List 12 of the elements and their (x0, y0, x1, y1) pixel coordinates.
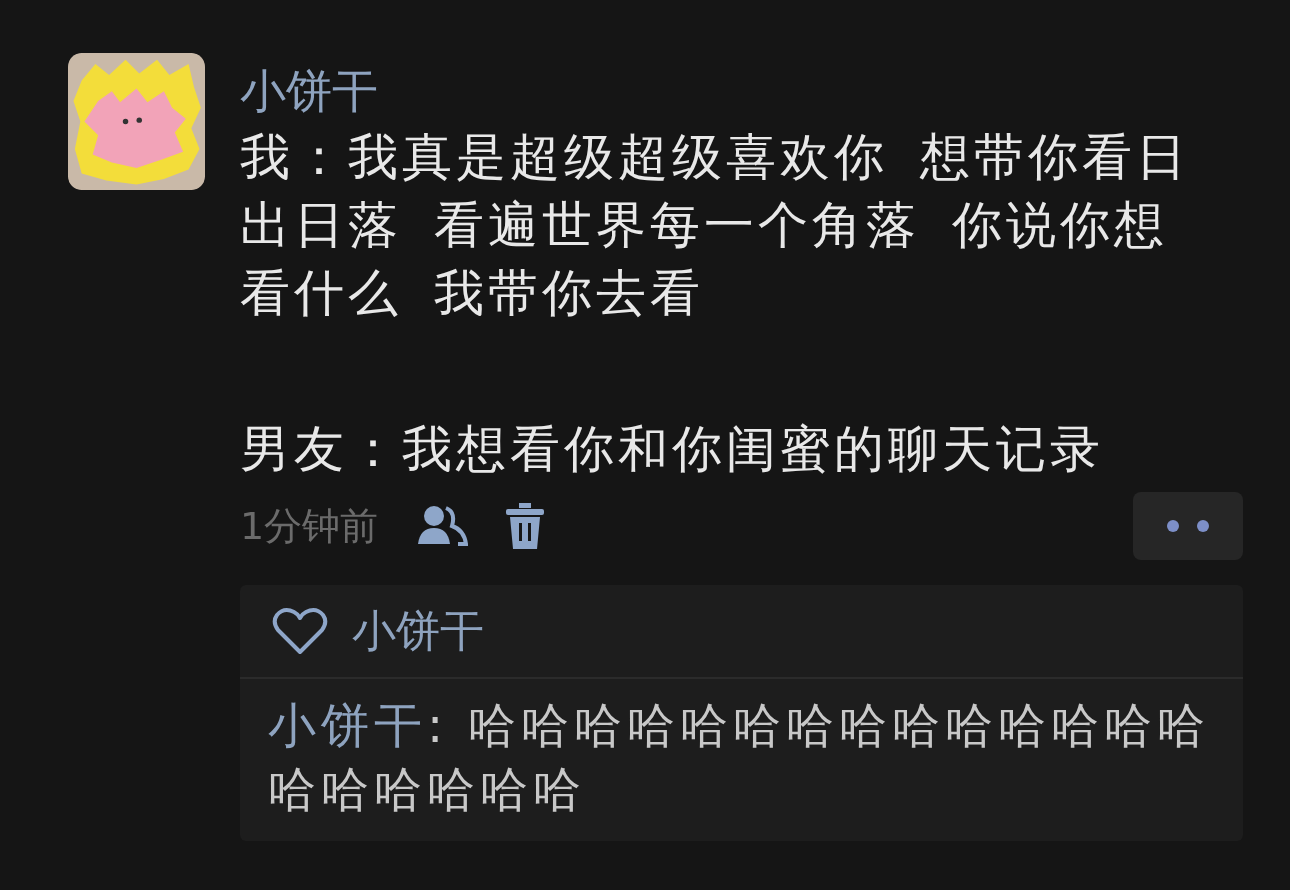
more-button[interactable] (1133, 492, 1243, 560)
trash-icon[interactable] (506, 503, 545, 549)
post-text: 我：我真是超级超级喜欢你 想带你看日出日落 看遍世界每一个角落 你说你想看什么 我带你去看 (240, 127, 1191, 324)
people-icon[interactable] (416, 504, 469, 548)
comment-text: 小饼干: 哈哈哈哈哈哈哈哈哈哈哈哈哈哈哈哈哈哈哈哈 (268, 696, 1212, 819)
post-time: 1分钟前 (240, 502, 379, 550)
dots-icon (1166, 519, 1210, 533)
heart-icon (272, 606, 328, 656)
commenter-name[interactable]: 小饼干 (268, 697, 427, 753)
post-text: 男友：我想看你和你闺蜜的聊天记录 (240, 419, 1105, 480)
liker-name[interactable]: 小饼干 (352, 601, 484, 661)
author-name[interactable]: 小饼干 (240, 61, 1243, 121)
